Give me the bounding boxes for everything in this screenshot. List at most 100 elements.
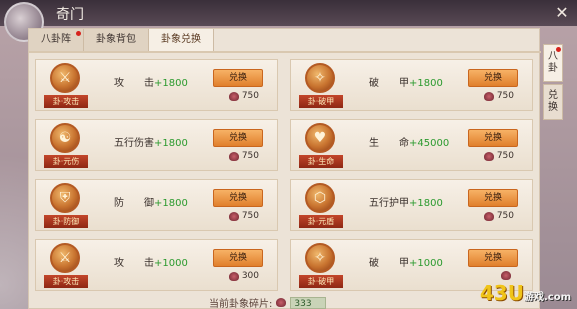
cost-value: 750 [496, 91, 514, 101]
cost-value: 750 [241, 211, 259, 221]
shard-icon [276, 298, 287, 307]
tab-label: 卦象兑换 [161, 34, 201, 45]
exchange-card: ♥ 卦·生命 生 命+45000 兑换 750 [290, 119, 533, 171]
side-tab-exchange[interactable]: 兑换 [543, 84, 563, 120]
card-tag: 卦·攻击 [44, 275, 88, 288]
exchange-button[interactable]: 兑换 [468, 69, 518, 87]
attribute-bonus: +1800 [409, 78, 443, 89]
title-bar: 奇门 ✕ [0, 0, 577, 42]
attribute-label: 破 甲+1000 [369, 254, 443, 269]
card-tag: 卦·元盾 [299, 215, 343, 228]
shard-icon [483, 151, 494, 161]
cost: 750 [228, 91, 259, 101]
cost: 750 [483, 151, 514, 161]
exchange-card: ✧ 卦·破甲 破 甲+1800 兑换 750 [290, 59, 533, 111]
cost-value: 750 [496, 151, 514, 161]
cost-value: 750 [496, 211, 514, 221]
attribute-name: 破 甲 [369, 258, 409, 269]
attribute-name: 生 命 [369, 138, 409, 149]
hexagram-emblem-icon: ♥ [305, 123, 335, 153]
tab-bagua-array[interactable]: 八卦阵 [29, 29, 84, 51]
card-tag: 卦·防御 [44, 215, 88, 228]
attribute-label: 攻 击+1800 [114, 74, 188, 89]
shard-icon [483, 91, 494, 101]
tab-hexagram-bag[interactable]: 卦象背包 [84, 29, 149, 51]
attribute-label: 五行护甲+1800 [369, 194, 443, 209]
main-panel: 八卦阵 卦象背包 卦象兑换 ⚔ 卦·攻击 攻 击+1800 兑换 750 ✧ 卦… [28, 28, 541, 309]
card-tag: 卦·破甲 [299, 275, 343, 288]
attribute-label: 五行伤害+1800 [114, 134, 188, 149]
watermark-main: 43U [479, 281, 524, 305]
attribute-name: 五行护甲 [369, 198, 409, 209]
card-tag: 卦·生命 [299, 155, 343, 168]
exchange-button[interactable]: 兑换 [468, 189, 518, 207]
attribute-name: 攻 击 [114, 258, 154, 269]
exchange-button[interactable]: 兑换 [213, 249, 263, 267]
tab-divider [29, 51, 541, 53]
cost: 750 [228, 151, 259, 161]
attribute-name: 破 甲 [369, 78, 409, 89]
exchange-button[interactable]: 兑换 [468, 249, 518, 267]
side-tab-label: 八卦 [548, 51, 558, 74]
attribute-bonus: +1800 [154, 198, 188, 209]
attribute-bonus: +1800 [154, 78, 188, 89]
cost: 750 [483, 211, 514, 221]
watermark-sub: 游戏 [523, 292, 544, 303]
tab-label: 卦象背包 [96, 34, 136, 45]
attribute-label: 生 命+45000 [369, 134, 449, 149]
attribute-name: 防 御 [114, 198, 154, 209]
exchange-card: ☯ 卦·元伤 五行伤害+1800 兑换 750 [35, 119, 278, 171]
watermark-domain: .com [543, 292, 571, 303]
cost-value: 750 [241, 151, 259, 161]
attribute-label: 攻 击+1000 [114, 254, 188, 269]
hexagram-emblem-icon: ⚔ [50, 243, 80, 273]
decorative-swirl [0, 70, 30, 309]
card-tag: 卦·元伤 [44, 155, 88, 168]
tab-hexagram-exchange[interactable]: 卦象兑换 [149, 29, 214, 51]
hexagram-emblem-icon: ☯ [50, 123, 80, 153]
shard-icon [228, 91, 239, 101]
cost: 750 [228, 211, 259, 221]
cost: 300 [228, 271, 259, 281]
attribute-bonus: +45000 [409, 138, 450, 149]
close-button[interactable]: ✕ [553, 4, 571, 22]
attribute-label: 破 甲+1800 [369, 74, 443, 89]
attribute-name: 攻 击 [114, 78, 154, 89]
attribute-bonus: +1800 [154, 138, 188, 149]
shard-icon [228, 271, 239, 281]
hexagram-emblem-icon: ✧ [305, 243, 335, 273]
cost: 750 [483, 91, 514, 101]
notification-dot-icon [556, 47, 561, 52]
shard-icon [228, 151, 239, 161]
exchange-button[interactable]: 兑换 [213, 189, 263, 207]
card-tag: 卦·破甲 [299, 95, 343, 108]
shard-balance-label: 当前卦象碎片: [209, 299, 273, 309]
cost-value: 300 [241, 271, 259, 281]
side-tab-bagua[interactable]: 八卦 [543, 44, 563, 82]
cost [501, 271, 514, 280]
exchange-card: ⬡ 卦·元盾 五行护甲+1800 兑换 750 [290, 179, 533, 231]
notification-dot-icon [76, 31, 81, 36]
attribute-bonus: +1800 [409, 198, 443, 209]
exchange-button[interactable]: 兑换 [468, 129, 518, 147]
hexagram-emblem-icon: ⬡ [305, 183, 335, 213]
side-tab-label: 兑换 [548, 90, 558, 113]
hexagram-emblem-icon: ✧ [305, 63, 335, 93]
attribute-name: 五行伤害 [114, 138, 154, 149]
shard-balance-count: 333 [290, 296, 327, 309]
attribute-label: 防 御+1800 [114, 194, 188, 209]
card-tag: 卦·攻击 [44, 95, 88, 108]
shard-icon [228, 211, 239, 221]
shard-icon [483, 211, 494, 221]
tab-label: 八卦阵 [41, 34, 71, 45]
tab-bar: 八卦阵 卦象背包 卦象兑换 [29, 29, 214, 51]
hexagram-emblem-icon: ⛨ [50, 183, 80, 213]
hexagram-emblem-icon: ⚔ [50, 63, 80, 93]
exchange-card: ⚔ 卦·攻击 攻 击+1800 兑换 750 [35, 59, 278, 111]
attribute-bonus: +1000 [154, 258, 188, 269]
shard-balance: 当前卦象碎片: 333 [209, 295, 327, 309]
exchange-button[interactable]: 兑换 [213, 129, 263, 147]
exchange-card: ⚔ 卦·攻击 攻 击+1000 兑换 300 [35, 239, 278, 291]
attribute-bonus: +1000 [409, 258, 443, 269]
exchange-button[interactable]: 兑换 [213, 69, 263, 87]
